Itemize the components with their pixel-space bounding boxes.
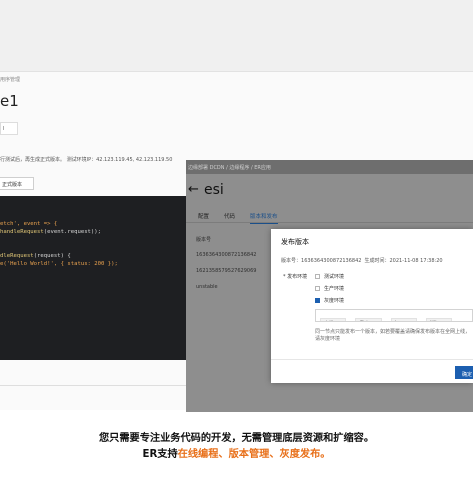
code-line: e('Hello World!', { status: 200 }); <box>0 260 186 268</box>
app-title: esi <box>204 182 224 198</box>
region-chip-label: 安徽 <box>324 321 334 322</box>
env-option-gray[interactable]: 灰度环境 <box>315 297 344 305</box>
region-chip: 江西 × <box>390 318 417 322</box>
remove-icon[interactable]: × <box>338 321 342 322</box>
code-token: handleRequest <box>0 229 44 235</box>
env-option-test[interactable]: 测试环境 <box>315 273 344 281</box>
version-column-header: 版本号 <box>196 237 212 243</box>
back-description: 行测试后，再生成正式版本。 测试环境IP：42.123.119.45, 42.1… <box>0 157 173 163</box>
back-breadcrumb[interactable]: 用序管理 <box>0 76 20 83</box>
created-prefix: 生成时间： <box>364 258 390 264</box>
code-token: e('Hello World!', { status: 200 }); <box>0 261 118 267</box>
region-chip-label: 浙江 <box>430 321 440 322</box>
code-token: dleRequest <box>0 253 34 259</box>
generate-version-button[interactable]: 正式版本 <box>0 177 34 190</box>
checkbox-test[interactable] <box>315 274 320 279</box>
code-line: etch', event => { <box>0 220 186 228</box>
caption-line-2: ER支持在线编程、版本管理、灰度发布。 <box>0 445 473 460</box>
front-breadcrumb[interactable]: 边缘部署 DCDN / 边缘程序 / ER应用 <box>188 164 271 171</box>
region-select[interactable]: 安徽 × 重庆 × 江西 × 浙江 × <box>315 309 473 322</box>
env-option-label: 灰度环境 <box>324 298 345 304</box>
caption-highlight: 在线编程、版本管理、灰度发布。 <box>177 449 331 460</box>
env-label: * 发布环境 <box>283 274 308 280</box>
back-tab[interactable]: l <box>0 122 18 135</box>
region-chip-label: 重庆 <box>359 321 369 322</box>
region-chip: 浙江 × <box>425 318 453 322</box>
front-window-header: 边缘部署 DCDN / 边缘程序 / ER应用 <box>186 160 473 174</box>
back-window-header <box>0 0 473 72</box>
region-chip: 重庆 × <box>355 318 382 322</box>
region-chip: 安徽 × <box>320 318 347 322</box>
back-divider <box>0 385 186 386</box>
dialog-note: 同一节点只能发布一个版本，如若要覆盖请确保发布版本在全网上线，请灰度环境 <box>315 329 471 342</box>
code-line: dleRequest(request) { <box>0 252 186 260</box>
back-page-title: e1 <box>0 92 19 110</box>
version-prefix: 版本号： <box>281 258 302 264</box>
tab-underline <box>186 222 473 223</box>
publish-dialog: 发布版本 版本号：1636364300872136842 生成时间：2021-11… <box>271 229 473 383</box>
env-option-label: 生产环境 <box>324 286 345 292</box>
dialog-title: 发布版本 <box>281 238 309 246</box>
dialog-footer-divider <box>271 359 473 360</box>
version-row[interactable]: 1636364300872136842 <box>196 252 256 258</box>
caption-line-1: 您只需要专注业务代码的开发，无需管理底层资源和扩缩容。 <box>98 433 375 444</box>
env-option-prod[interactable]: 生产环境 <box>315 285 344 293</box>
code-token: (request) { <box>33 253 71 259</box>
caption-prefix: ER支持 <box>142 449 178 460</box>
version-row[interactable]: unstable <box>196 284 218 290</box>
confirm-button[interactable]: 确定 <box>455 366 473 379</box>
remove-icon[interactable]: × <box>409 321 413 322</box>
version-value: 1636364300872136842 <box>301 258 362 264</box>
code-token: (event.request)); <box>43 229 102 235</box>
code-line: handleRequest(event.request)); <box>0 228 186 236</box>
front-window: 边缘部署 DCDN / 边缘程序 / ER应用 ← esi 配置 代码 版本和发… <box>186 160 473 412</box>
remove-icon[interactable]: × <box>444 321 448 322</box>
tab-config[interactable]: 配置 <box>198 212 209 220</box>
tab-code[interactable]: 代码 <box>224 212 235 220</box>
created-value: 2021-11-08 17:38:20 <box>389 258 443 264</box>
back-arrow-icon[interactable]: ← <box>188 182 199 197</box>
dialog-version-info: 版本号：1636364300872136842 生成时间：2021-11-08 1… <box>281 257 443 264</box>
remove-icon[interactable]: × <box>373 321 377 322</box>
env-option-label: 测试环境 <box>324 274 345 280</box>
region-chip-label: 江西 <box>395 321 405 322</box>
code-token: etch', event => { <box>0 221 58 227</box>
checkbox-prod[interactable] <box>315 286 320 291</box>
checkbox-gray[interactable] <box>315 298 320 303</box>
version-row[interactable]: 1621358579527629069 <box>196 268 256 274</box>
code-editor[interactable]: etch', event => {handleRequest(event.req… <box>0 196 186 360</box>
